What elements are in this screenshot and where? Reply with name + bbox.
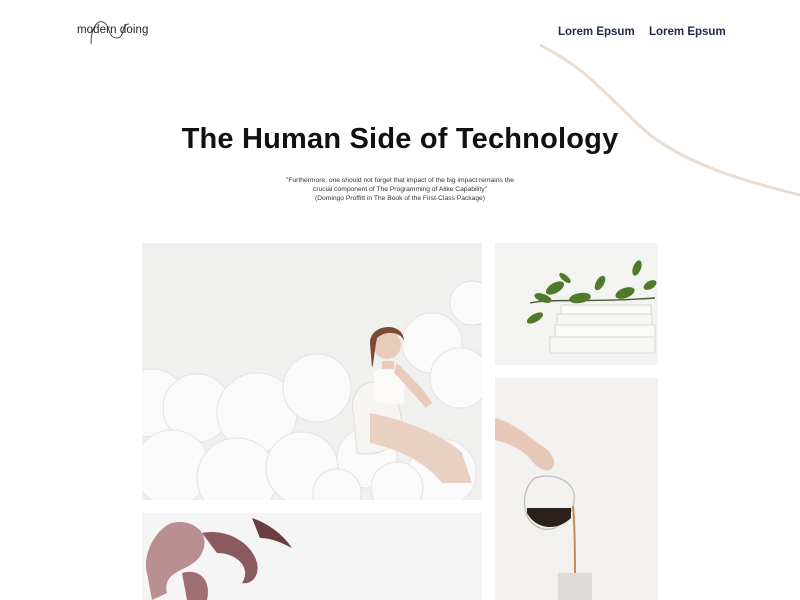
quote-attribution: (Domingo Proffitt in The Book of the Fir… (315, 195, 485, 202)
quote-line-2: crucial component of The Programming of … (313, 186, 487, 193)
ink-smoke-photo[interactable] (142, 513, 482, 600)
logo-text: modern doing (77, 24, 149, 36)
hero-quote: "Furthermore, one should not forget that… (245, 176, 555, 203)
site-header: modern doing Lorem Epsum Lorem Epsum (0, 0, 800, 70)
coffee-pour-image (495, 378, 658, 600)
page-title: The Human Side of Technology (181, 123, 619, 155)
woman-with-balloons-image (142, 243, 482, 500)
books-with-plant-image (495, 243, 658, 365)
woman-with-balloons-photo[interactable] (142, 243, 482, 500)
logo[interactable]: modern doing (77, 18, 152, 46)
quote-line-1: "Furthermore, one should not forget that… (285, 177, 514, 184)
ink-smoke-image (142, 513, 482, 600)
nav-link-1[interactable]: Lorem Epsum (558, 26, 635, 38)
coffee-pour-photo[interactable] (495, 378, 658, 600)
nav-link-2[interactable]: Lorem Epsum (649, 26, 726, 38)
books-with-plant-photo[interactable] (495, 243, 658, 365)
